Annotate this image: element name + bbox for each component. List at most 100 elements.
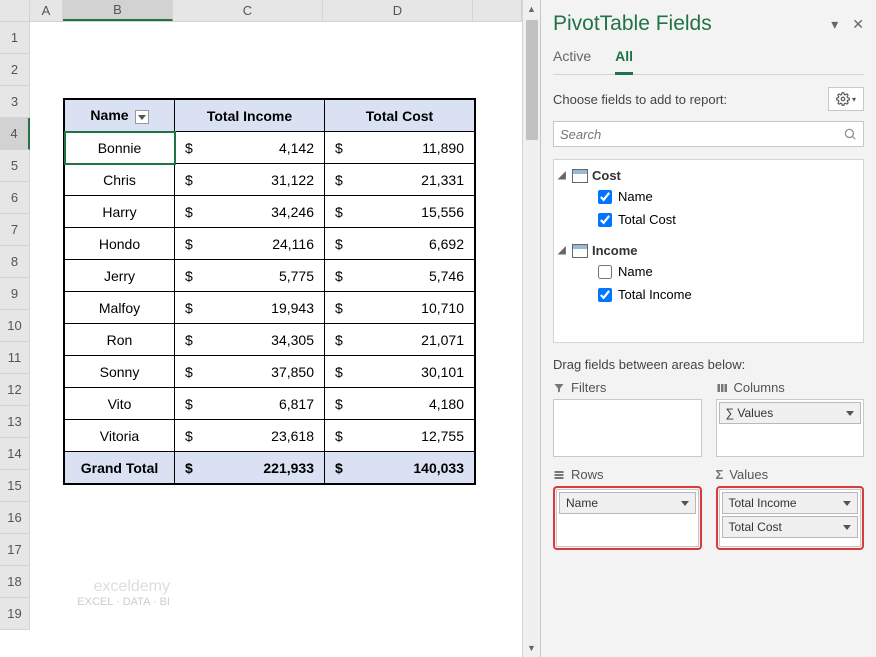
- pivot-income-cell[interactable]: $23,618: [175, 420, 325, 452]
- row-header-13[interactable]: 13: [0, 406, 30, 438]
- row-header-16[interactable]: 16: [0, 502, 30, 534]
- pivot-income-cell[interactable]: $24,116: [175, 228, 325, 260]
- rows-dropzone[interactable]: Name: [556, 489, 699, 547]
- row-header-14[interactable]: 14: [0, 438, 30, 470]
- pivot-income-cell[interactable]: $34,246: [175, 196, 325, 228]
- pivot-cost-cell[interactable]: $21,331: [325, 164, 475, 196]
- row-header-5[interactable]: 5: [0, 150, 30, 182]
- field-item[interactable]: Total Income: [558, 283, 859, 306]
- pivot-cost-cell[interactable]: $11,890: [325, 132, 475, 164]
- field-checkbox[interactable]: [598, 265, 612, 279]
- pane-close-icon[interactable]: ✕: [852, 16, 864, 33]
- scroll-up-icon[interactable]: ▲: [523, 0, 540, 18]
- col-header-c[interactable]: C: [173, 0, 323, 21]
- col-header-rest[interactable]: [473, 0, 522, 21]
- row-header-12[interactable]: 12: [0, 374, 30, 406]
- tools-button[interactable]: ▾: [828, 87, 864, 111]
- zone-pill[interactable]: Total Cost: [722, 516, 859, 538]
- pivot-income-cell[interactable]: $5,775: [175, 260, 325, 292]
- pivot-header-cost: Total Cost: [325, 100, 475, 132]
- chevron-down-icon[interactable]: [843, 501, 851, 506]
- field-checkbox[interactable]: [598, 288, 612, 302]
- filter-dropdown-icon[interactable]: [135, 110, 149, 124]
- pivot-header-name[interactable]: Name: [65, 100, 175, 132]
- row-header-1[interactable]: 1: [0, 22, 30, 54]
- zone-pill[interactable]: Name: [559, 492, 696, 514]
- row-header-6[interactable]: 6: [0, 182, 30, 214]
- zone-pill[interactable]: Total Income: [722, 492, 859, 514]
- row-header-2[interactable]: 2: [0, 54, 30, 86]
- grid[interactable]: Name Total Income Total Cost Bonnie$4,14…: [30, 22, 522, 657]
- filters-dropzone[interactable]: [553, 399, 702, 457]
- pivot-income-cell[interactable]: $19,943: [175, 292, 325, 324]
- row-header-18[interactable]: 18: [0, 566, 30, 598]
- choose-fields-prompt: Choose fields to add to report:: [553, 92, 727, 107]
- grand-total-cost[interactable]: $140,033: [325, 452, 475, 484]
- pivot-name-cell[interactable]: Malfoy: [65, 292, 175, 324]
- pivot-name-cell[interactable]: Vitoria: [65, 420, 175, 452]
- columns-dropzone[interactable]: ∑ Values: [716, 399, 865, 457]
- tab-all[interactable]: All: [615, 44, 633, 75]
- scroll-down-icon[interactable]: ▼: [523, 639, 540, 657]
- field-group-header[interactable]: ◢Cost: [558, 166, 859, 185]
- row-header-4[interactable]: 4: [0, 118, 30, 150]
- col-header-b[interactable]: B: [63, 0, 173, 21]
- pivot-income-cell[interactable]: $4,142: [175, 132, 325, 164]
- row-header-9[interactable]: 9: [0, 278, 30, 310]
- chevron-down-icon[interactable]: [843, 525, 851, 530]
- select-all-corner[interactable]: [0, 0, 30, 21]
- field-tree[interactable]: ◢CostNameTotal Cost◢IncomeNameTotal Inco…: [553, 159, 864, 343]
- grand-total-label[interactable]: Grand Total: [65, 452, 175, 484]
- field-item[interactable]: Name: [558, 185, 859, 208]
- gear-icon: [836, 92, 850, 106]
- pivot-cost-cell[interactable]: $5,746: [325, 260, 475, 292]
- pivot-cost-cell[interactable]: $21,071: [325, 324, 475, 356]
- pivot-cost-cell[interactable]: $4,180: [325, 388, 475, 420]
- pivot-income-cell[interactable]: $37,850: [175, 356, 325, 388]
- row-header-10[interactable]: 10: [0, 310, 30, 342]
- collapse-icon[interactable]: ◢: [558, 170, 568, 181]
- pivot-cost-cell[interactable]: $30,101: [325, 356, 475, 388]
- field-checkbox[interactable]: [598, 213, 612, 227]
- vertical-scrollbar[interactable]: ▲ ▼: [522, 0, 540, 657]
- values-dropzone[interactable]: Total IncomeTotal Cost: [719, 489, 862, 547]
- scroll-thumb[interactable]: [526, 20, 538, 140]
- collapse-icon[interactable]: ◢: [558, 245, 568, 256]
- row-header-3[interactable]: 3: [0, 86, 30, 118]
- chevron-down-icon[interactable]: [846, 411, 854, 416]
- pivot-income-cell[interactable]: $31,122: [175, 164, 325, 196]
- pivot-name-cell[interactable]: Hondo: [65, 228, 175, 260]
- field-item[interactable]: Total Cost: [558, 208, 859, 231]
- pivot-name-cell[interactable]: Chris: [65, 164, 175, 196]
- field-item[interactable]: Name: [558, 260, 859, 283]
- pivot-name-cell[interactable]: Bonnie: [65, 132, 175, 164]
- pivot-income-cell[interactable]: $34,305: [175, 324, 325, 356]
- tab-active[interactable]: Active: [553, 44, 591, 74]
- pivot-name-cell[interactable]: Jerry: [65, 260, 175, 292]
- row-header-7[interactable]: 7: [0, 214, 30, 246]
- row-header-19[interactable]: 19: [0, 598, 30, 630]
- pivot-name-cell[interactable]: Sonny: [65, 356, 175, 388]
- zone-pill[interactable]: ∑ Values: [719, 402, 862, 424]
- col-header-d[interactable]: D: [323, 0, 473, 21]
- search-box[interactable]: [553, 121, 864, 147]
- chevron-down-icon[interactable]: [681, 501, 689, 506]
- row-header-8[interactable]: 8: [0, 246, 30, 278]
- pivot-cost-cell[interactable]: $6,692: [325, 228, 475, 260]
- pivot-cost-cell[interactable]: $10,710: [325, 292, 475, 324]
- grand-total-income[interactable]: $221,933: [175, 452, 325, 484]
- pivot-income-cell[interactable]: $6,817: [175, 388, 325, 420]
- row-header-15[interactable]: 15: [0, 470, 30, 502]
- col-header-a[interactable]: A: [30, 0, 63, 21]
- row-header-11[interactable]: 11: [0, 342, 30, 374]
- search-input[interactable]: [560, 127, 843, 142]
- pivot-cost-cell[interactable]: $15,556: [325, 196, 475, 228]
- pivot-name-cell[interactable]: Harry: [65, 196, 175, 228]
- pivot-name-cell[interactable]: Vito: [65, 388, 175, 420]
- field-group-header[interactable]: ◢Income: [558, 241, 859, 260]
- pivot-cost-cell[interactable]: $12,755: [325, 420, 475, 452]
- pane-dropdown-icon[interactable]: ▾: [831, 16, 838, 33]
- pivot-name-cell[interactable]: Ron: [65, 324, 175, 356]
- field-checkbox[interactable]: [598, 190, 612, 204]
- row-header-17[interactable]: 17: [0, 534, 30, 566]
